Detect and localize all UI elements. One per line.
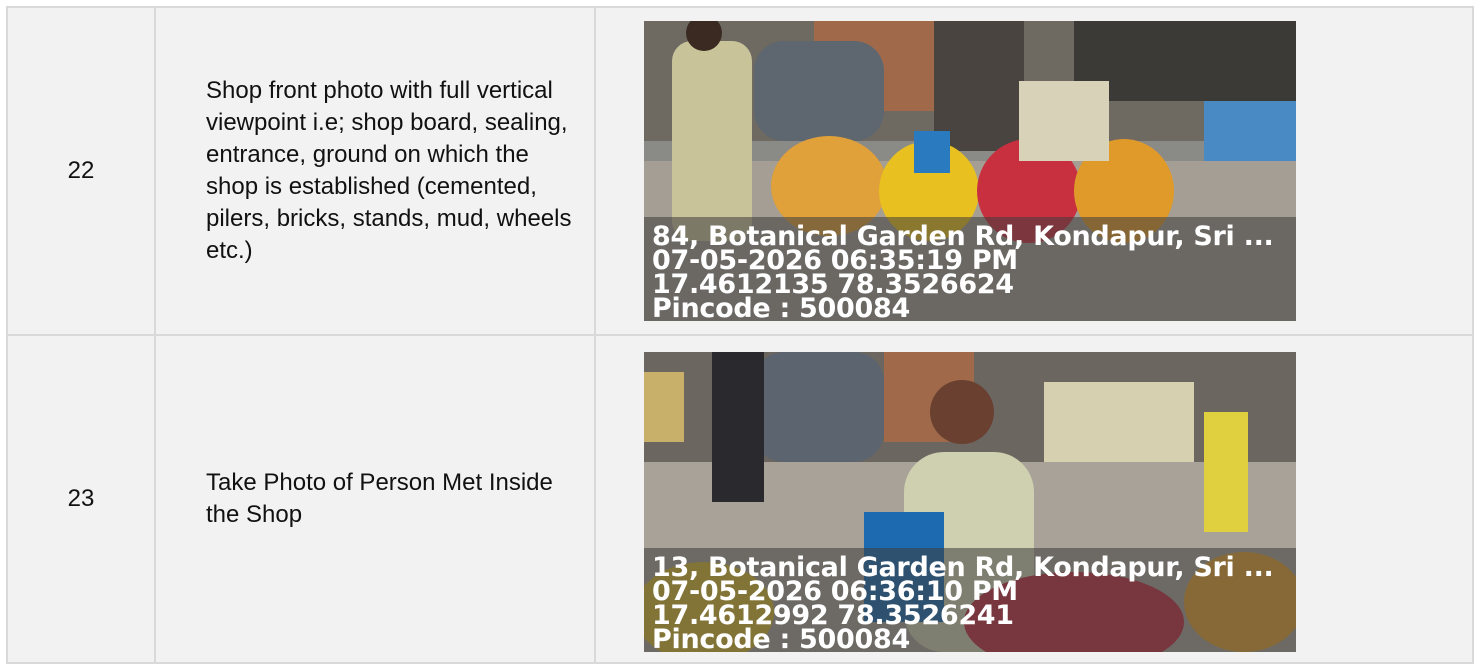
geotag-overlay: 13, Botanical Garden Rd, Kondapur, Sri .… — [644, 548, 1296, 652]
geotag-overlay: 84, Botanical Garden Rd, Kondapur, Sri .… — [644, 217, 1296, 321]
row-number: 23 — [6, 334, 156, 664]
shop-front-photo: 84, Botanical Garden Rd, Kondapur, Sri .… — [644, 21, 1296, 321]
photo-cell: 13, Botanical Garden Rd, Kondapur, Sri .… — [594, 334, 1474, 664]
geotag-pincode: Pincode : 500084 — [652, 624, 910, 652]
table-row: 22 Shop front photo with full vertical v… — [6, 6, 1474, 336]
geotag-pincode: Pincode : 500084 — [652, 293, 910, 321]
table-row: 23 Take Photo of Person Met Inside the S… — [6, 334, 1474, 664]
checklist-table: 22 Shop front photo with full vertical v… — [6, 6, 1474, 664]
photo-cell: 84, Botanical Garden Rd, Kondapur, Sri .… — [594, 6, 1474, 336]
row-description: Take Photo of Person Met Inside the Shop — [154, 334, 596, 664]
description-text: Shop front photo with full vertical view… — [206, 77, 572, 264]
person-met-photo: 13, Botanical Garden Rd, Kondapur, Sri .… — [644, 352, 1296, 652]
row-description: Shop front photo with full vertical view… — [154, 6, 596, 336]
row-number: 22 — [6, 6, 156, 336]
description-text: Take Photo of Person Met Inside the Shop — [206, 469, 553, 528]
